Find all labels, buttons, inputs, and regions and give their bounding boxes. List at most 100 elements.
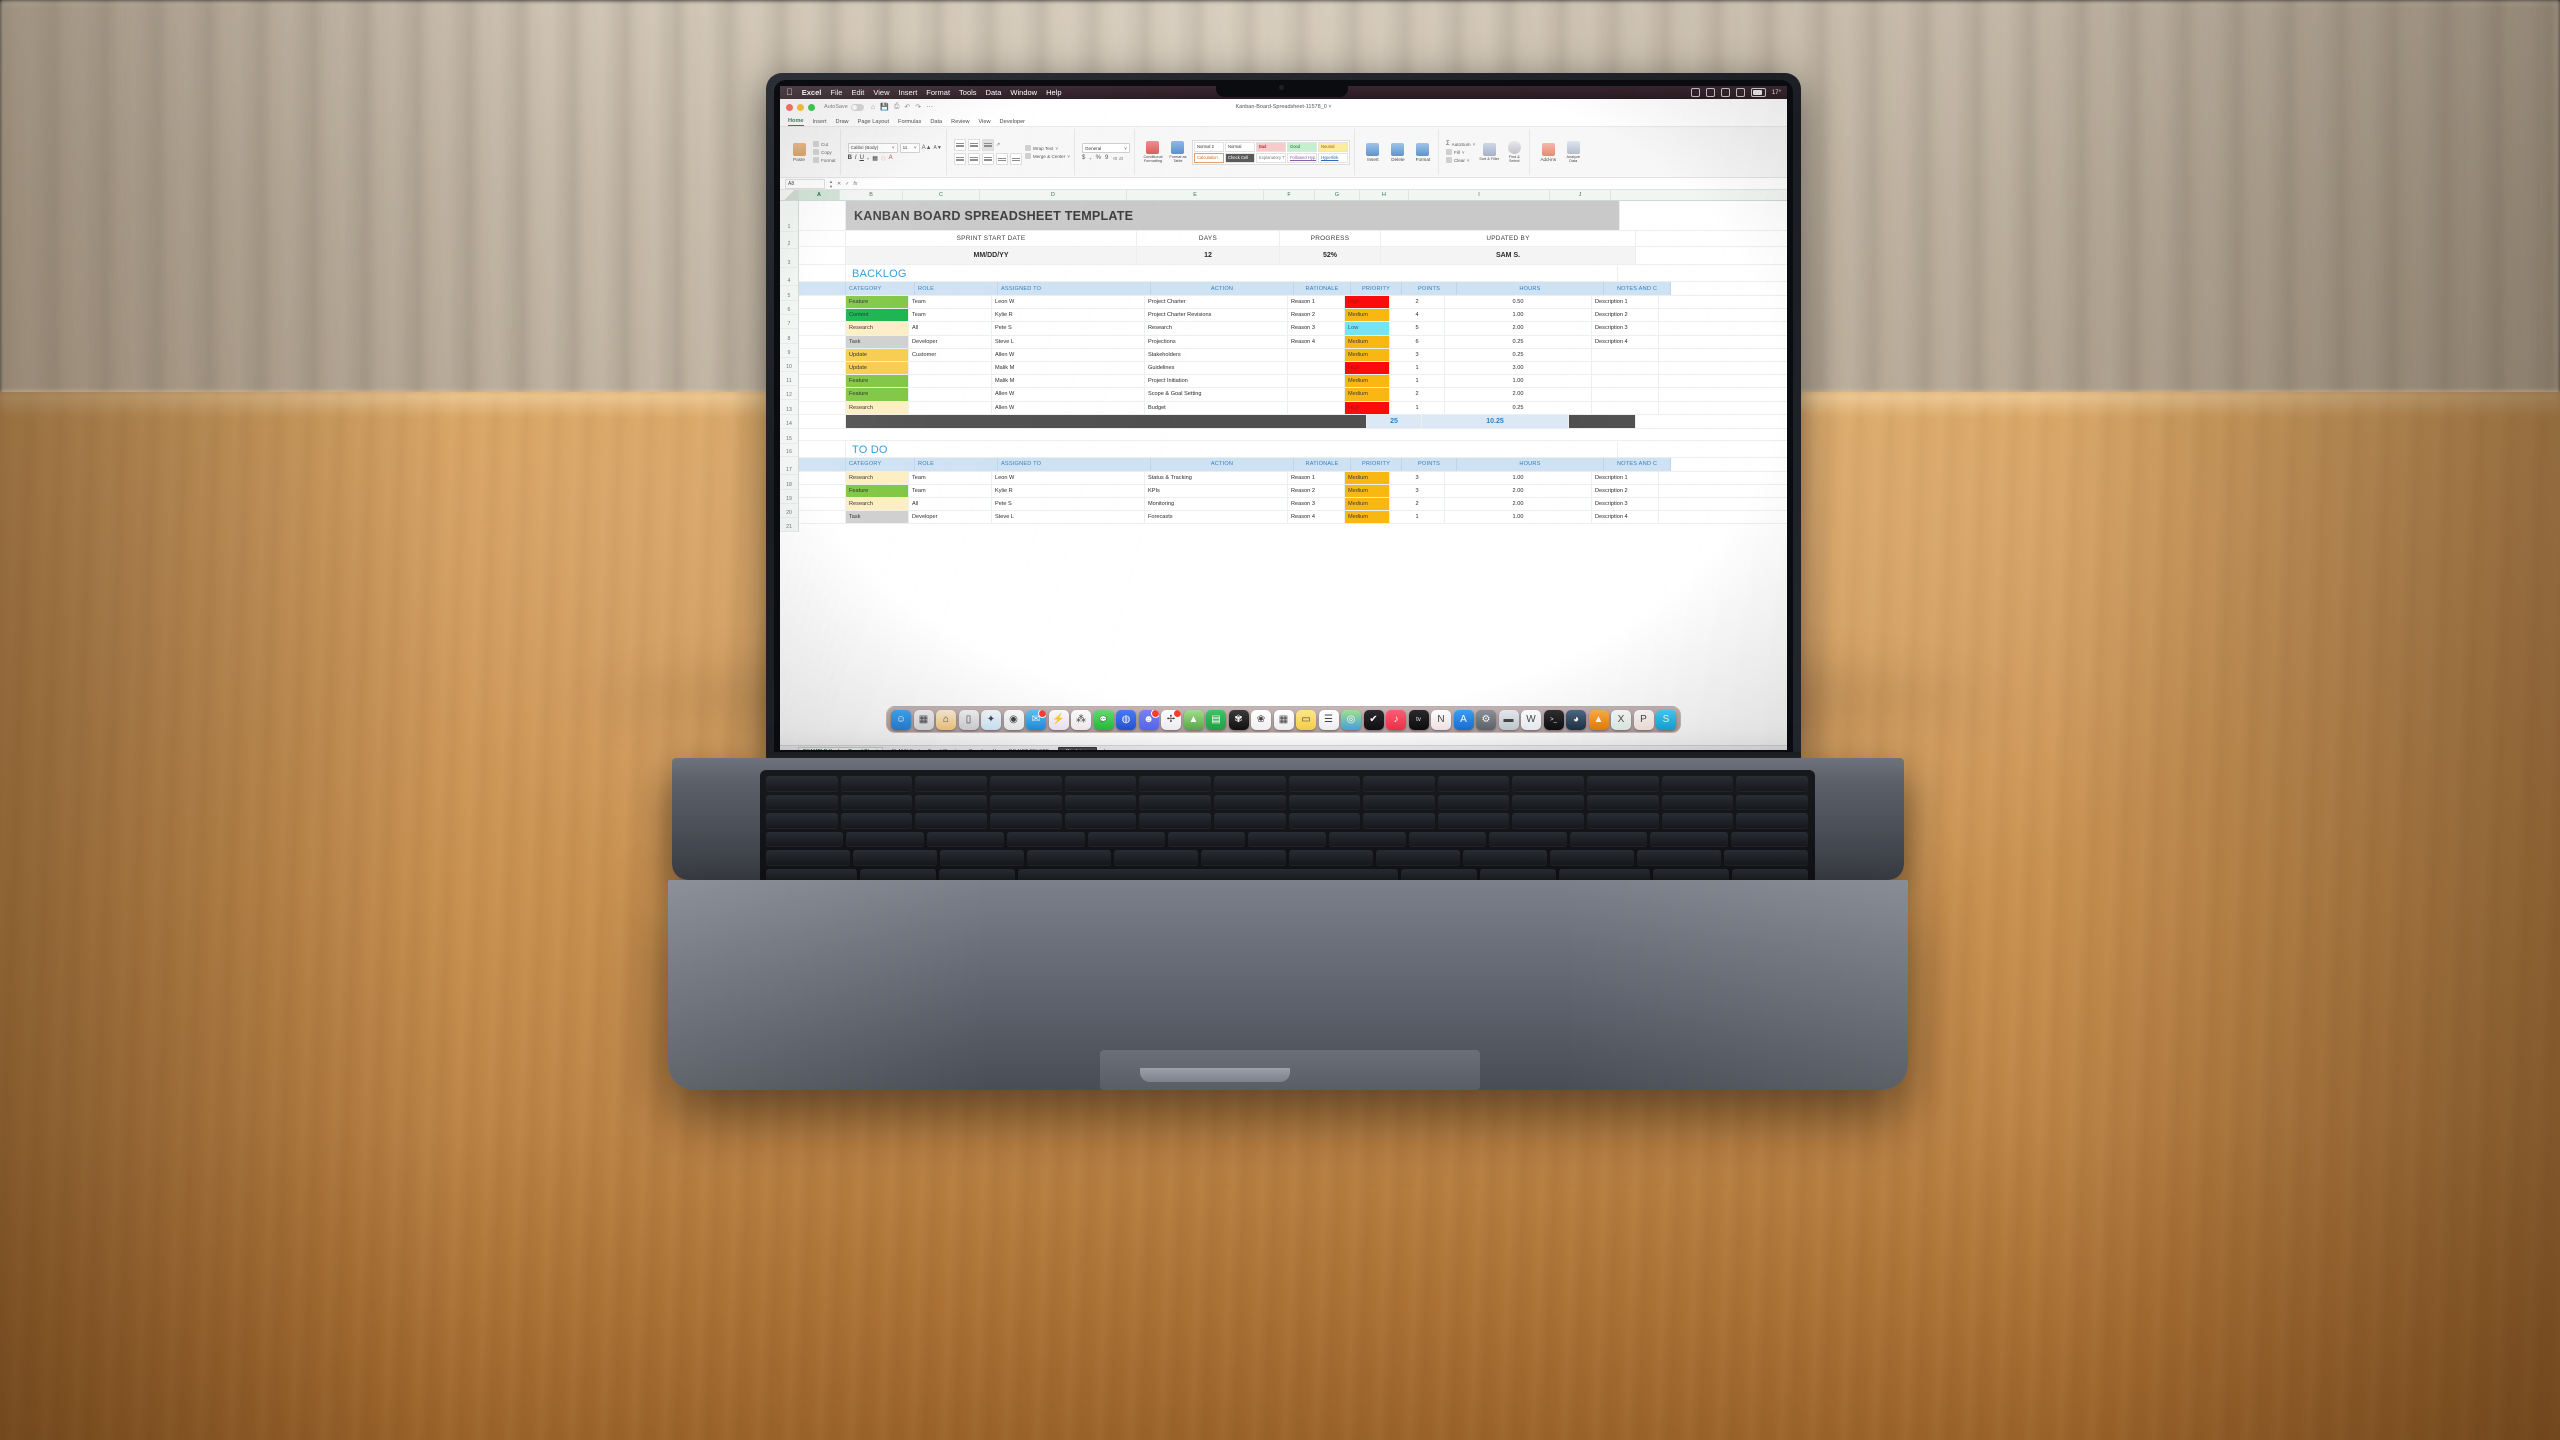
keyboard-key[interactable] — [1437, 813, 1510, 829]
keyboard-key[interactable] — [1213, 813, 1286, 829]
row-header-2[interactable]: 2 — [780, 232, 798, 249]
menu-item-window[interactable]: Window — [1010, 88, 1037, 97]
keyboard-key[interactable] — [1328, 831, 1407, 847]
backlog-cell-action[interactable]: Scope & Goal Setting — [1145, 388, 1288, 401]
row-header-3[interactable]: 3 — [780, 249, 798, 268]
backlog-cell-priority[interactable]: Medium — [1345, 375, 1390, 388]
todo-cell-role[interactable]: Developer — [909, 511, 992, 524]
keyboard-key[interactable] — [1736, 813, 1808, 829]
menu-item-file[interactable]: File — [830, 88, 842, 97]
style-neutral[interactable]: Neutral — [1317, 141, 1348, 152]
format-cells-button[interactable]: Format — [1412, 142, 1434, 162]
wifi-icon[interactable] — [1720, 88, 1730, 97]
cancel-formula-icon[interactable]: ✕ — [837, 181, 841, 187]
numbers-icon[interactable]: ▤ — [1206, 709, 1226, 730]
control-center-icon[interactable] — [1735, 88, 1745, 97]
backlog-cell-action[interactable]: Project Initiation — [1145, 375, 1288, 388]
insert-cells-button[interactable]: Insert — [1362, 142, 1384, 162]
todo-cell-points[interactable]: 3 — [1390, 484, 1445, 498]
messages-icon[interactable]: 💬 — [1093, 709, 1114, 730]
row-header-18[interactable]: 18 — [780, 475, 798, 490]
keyboard-key[interactable] — [840, 776, 913, 792]
cell-a[interactable] — [799, 348, 846, 361]
backlog-cell-points[interactable]: 1 — [1390, 401, 1445, 414]
finder-icon[interactable]: ☺ — [891, 709, 911, 730]
keyboard-key[interactable] — [1549, 850, 1634, 866]
backlog-cell-rationale[interactable] — [1288, 375, 1345, 388]
ribbon-tab-developer[interactable]: Developer — [1000, 119, 1026, 126]
todo-cell-priority[interactable]: Medium — [1345, 471, 1390, 484]
backlog-cell-priority[interactable]: Medium — [1345, 335, 1390, 348]
todo-cell-hours[interactable]: 2.00 — [1445, 484, 1592, 498]
menu-item-edit[interactable]: Edit — [851, 88, 864, 97]
row-header-7[interactable]: 7 — [780, 315, 798, 330]
backlog-cell-rationale[interactable] — [1288, 401, 1345, 414]
zoom-icon[interactable] — [808, 103, 815, 111]
ulysses-icon[interactable]: ✾ — [1228, 709, 1249, 730]
delete-cells-button[interactable]: Delete — [1387, 142, 1409, 162]
todo-cell-hours[interactable]: 1.00 — [1445, 511, 1592, 524]
row-header-21[interactable]: 21 — [780, 518, 798, 533]
todo-cell-notes[interactable]: Description 2 — [1592, 484, 1659, 498]
backlog-cell-role[interactable] — [909, 388, 992, 401]
todo-cell-points[interactable]: 2 — [1390, 498, 1445, 511]
cell-a[interactable] — [799, 498, 846, 511]
keyboard-key[interactable] — [1437, 776, 1510, 792]
keyboard-key[interactable] — [1114, 850, 1199, 866]
launchpad-icon[interactable]: ▦ — [913, 709, 934, 730]
keyboard-key[interactable] — [1409, 831, 1487, 847]
cut-button[interactable]: Cut — [813, 141, 836, 147]
music-icon[interactable]: ♪ — [1386, 709, 1406, 730]
todo-cell-rationale[interactable]: Reason 1 — [1288, 471, 1345, 484]
backlog-cell-role[interactable]: Team — [909, 296, 992, 309]
keyboard-key[interactable] — [1661, 776, 1734, 792]
keyboard-key[interactable] — [1288, 794, 1361, 810]
minimize-icon[interactable] — [797, 103, 804, 111]
underline-button[interactable]: U — [860, 155, 864, 161]
kpi-value-progress[interactable]: 52% — [1280, 247, 1381, 264]
align-center-button[interactable] — [967, 153, 980, 165]
find-my-icon[interactable]: ◎ — [1341, 709, 1361, 730]
cell-a[interactable] — [799, 484, 846, 498]
row-header-5[interactable]: 5 — [780, 286, 798, 301]
autosave-switch-icon[interactable] — [850, 103, 864, 111]
backlog-cell-priority[interactable]: Low — [1345, 322, 1390, 335]
backlog-cell-rationale[interactable] — [1288, 361, 1345, 375]
keyboard-key[interactable] — [840, 813, 913, 829]
backlog-cell-notes[interactable] — [1592, 388, 1659, 401]
keyboard-key[interactable] — [1736, 776, 1808, 792]
apple-tv-icon[interactable]: tv — [1408, 709, 1429, 730]
quick-access-toolbar[interactable]: ⌂ 💾 ⎙ ↶ ↷ ⋯ — [871, 103, 933, 111]
backlog-cell-role[interactable]: All — [909, 322, 992, 335]
column-header-g[interactable]: G — [1315, 190, 1360, 200]
wrap-text-button[interactable]: Wrap Text ˅ — [1024, 145, 1070, 151]
font-color-button[interactable]: A — [889, 155, 893, 161]
keyboard-key[interactable] — [766, 831, 844, 847]
traffic-lights[interactable] — [786, 103, 815, 111]
keyboard-key[interactable] — [846, 831, 924, 847]
style-bad[interactable]: Bad — [1255, 141, 1286, 152]
battery-icon[interactable] — [1750, 88, 1766, 97]
backlog-cell-priority[interactable]: Medium — [1345, 348, 1390, 361]
cell-a2[interactable] — [799, 231, 846, 246]
cell-a[interactable] — [799, 511, 846, 524]
backlog-cell-rationale[interactable]: Reason 4 — [1288, 335, 1345, 348]
todo-cell-role[interactable]: Team — [909, 471, 992, 484]
todo-cell-role[interactable]: Team — [909, 484, 992, 498]
ribbon-tab-formulas[interactable]: Formulas — [898, 119, 921, 126]
safari-icon[interactable]: ✦ — [981, 709, 1001, 730]
keyboard-key[interactable] — [1201, 850, 1286, 866]
backlog-cell-rationale[interactable] — [1288, 348, 1345, 361]
increase-font-icon[interactable]: A▲ — [922, 145, 932, 151]
backlog-cell-assigned-to[interactable]: Leon W — [992, 296, 1145, 309]
backlog-cell-hours[interactable]: 2.00 — [1445, 322, 1592, 335]
keyboard-key[interactable] — [1288, 813, 1361, 829]
cell-a[interactable] — [799, 265, 846, 281]
backlog-cell-hours[interactable]: 2.00 — [1445, 388, 1592, 401]
keyboard-key[interactable] — [1139, 813, 1211, 829]
backlog-cell-assigned-to[interactable]: Kylie R — [992, 309, 1145, 322]
cell-a3[interactable] — [799, 247, 846, 264]
todo-cell-priority[interactable]: Medium — [1345, 484, 1390, 498]
backlog-cell-action[interactable]: Guidelines — [1145, 361, 1288, 375]
font-family-select[interactable]: Calibri (Body) ˅ — [847, 142, 898, 153]
